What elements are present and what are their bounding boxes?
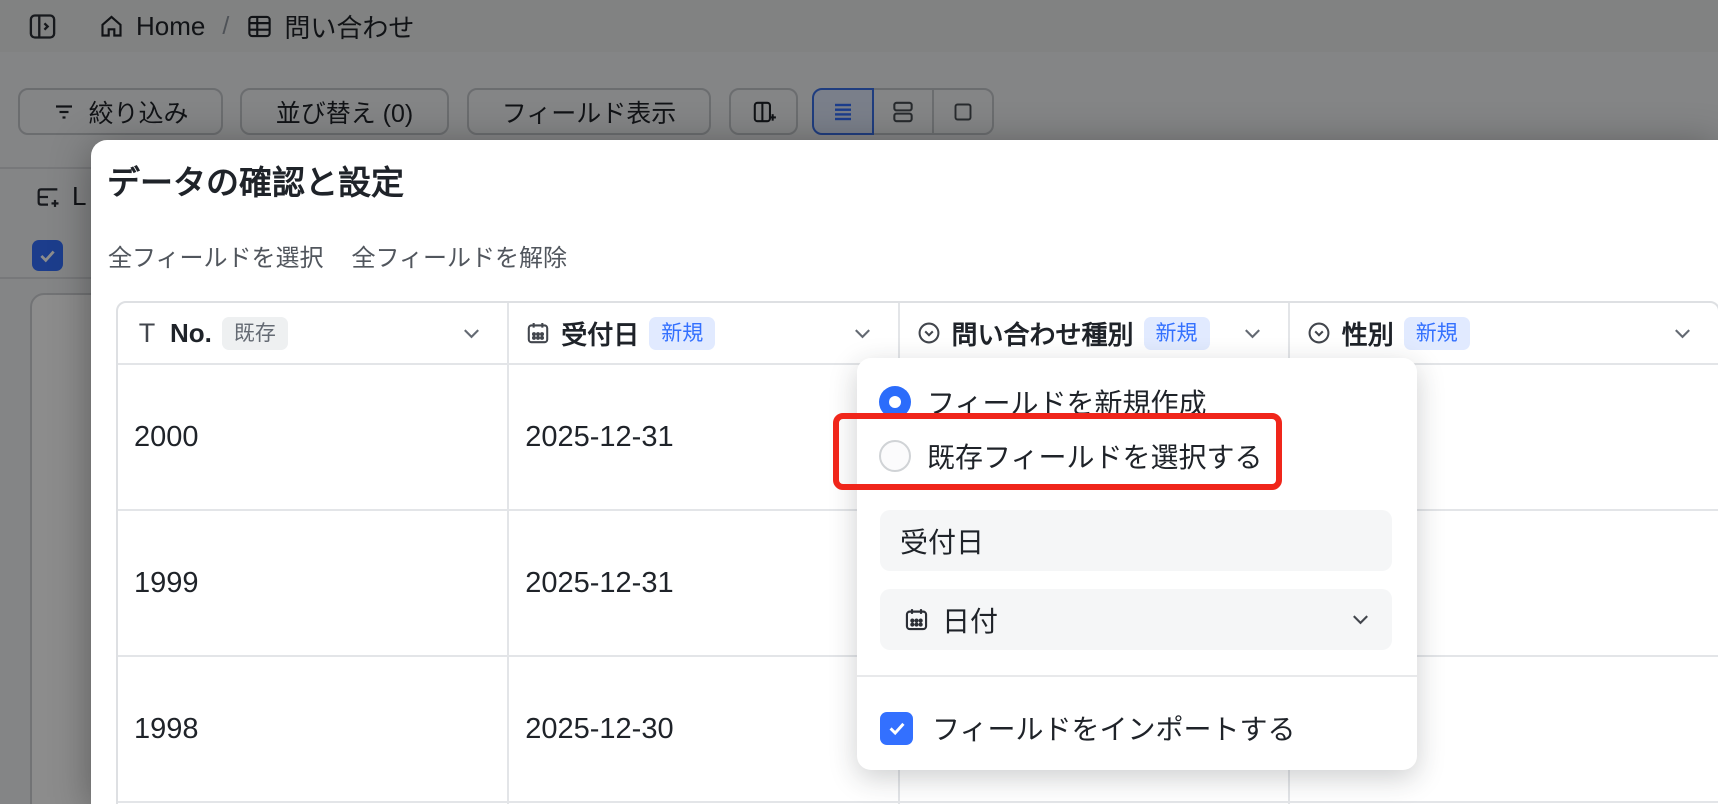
- radio-selected-icon[interactable]: [879, 386, 911, 418]
- field-type-select[interactable]: 日付: [880, 589, 1392, 650]
- cell-no: 1999: [118, 511, 510, 655]
- new-badge: 新規: [1143, 316, 1210, 350]
- field-type-value: 日付: [942, 605, 999, 637]
- import-field-label: フィールドをインポートする: [932, 714, 1296, 745]
- new-badge: 新規: [649, 316, 716, 350]
- app-screen: Home / 問い合わせ 絞り込み 並び替え (0) フィールド表示 L データ…: [0, 0, 1718, 804]
- dialog-title: データの確認と設定: [107, 164, 404, 201]
- column-header-gender[interactable]: 性別 新規: [1290, 303, 1718, 363]
- radio-label: フィールドを新規作成: [927, 388, 1207, 419]
- column-label: No.: [170, 317, 212, 348]
- single-select-icon: [916, 320, 942, 346]
- radio-unselected-icon[interactable]: [879, 440, 911, 472]
- cell-no: 1998: [118, 657, 510, 801]
- chevron-down-icon[interactable]: [1241, 322, 1264, 345]
- calendar-icon: [525, 320, 551, 346]
- panel-divider: [857, 675, 1417, 677]
- chevron-down-icon[interactable]: [851, 322, 874, 345]
- table-header-row: T No. 既存 受付日 新規 問い合わせ種別 新規 性別 新規: [118, 303, 1718, 365]
- deselect-all-fields-link[interactable]: 全フィールドを解除: [352, 238, 568, 273]
- cell-date: 2025-12-30: [509, 657, 900, 801]
- chevron-down-icon[interactable]: [1671, 322, 1694, 345]
- select-all-fields-link[interactable]: 全フィールドを選択: [108, 238, 324, 273]
- cell-date: 2025-12-31: [509, 511, 900, 655]
- single-select-icon: [1306, 320, 1332, 346]
- new-badge: 新規: [1403, 316, 1470, 350]
- field-settings-popover: フィールドを新規作成 既存フィールドを選択する 受付日 日付 フィールドをインポ…: [857, 358, 1417, 770]
- chevron-down-icon: [1349, 608, 1372, 631]
- text-type-icon: T: [138, 317, 156, 348]
- column-label: 問い合わせ種別: [951, 319, 1134, 350]
- import-field-checkbox-row[interactable]: フィールドをインポートする: [880, 708, 1295, 748]
- cell-no: 2000: [118, 365, 510, 509]
- column-label: 性別: [1341, 319, 1394, 350]
- column-header-date[interactable]: 受付日 新規: [509, 303, 900, 363]
- radio-select-existing-field[interactable]: 既存フィールドを選択する: [879, 436, 1262, 476]
- field-name-input[interactable]: 受付日: [880, 510, 1392, 571]
- field-name-value: 受付日: [900, 526, 985, 558]
- radio-label: 既存フィールドを選択する: [927, 442, 1263, 473]
- checkbox-checked-icon[interactable]: [880, 711, 913, 745]
- cell-date: 2025-12-31: [509, 365, 900, 509]
- column-header-inquiry-type[interactable]: 問い合わせ種別 新規: [900, 303, 1290, 363]
- import-settings-dialog: データの確認と設定 全フィールドを選択 全フィールドを解除 T No. 既存 受…: [91, 140, 1718, 804]
- column-header-no[interactable]: T No. 既存: [118, 303, 510, 363]
- existing-badge: 既存: [221, 316, 288, 350]
- column-label: 受付日: [561, 319, 640, 350]
- field-selection-links: 全フィールドを選択 全フィールドを解除: [108, 238, 567, 273]
- calendar-icon: [903, 606, 930, 633]
- radio-create-new-field[interactable]: フィールドを新規作成: [879, 382, 1206, 422]
- chevron-down-icon[interactable]: [460, 322, 483, 345]
